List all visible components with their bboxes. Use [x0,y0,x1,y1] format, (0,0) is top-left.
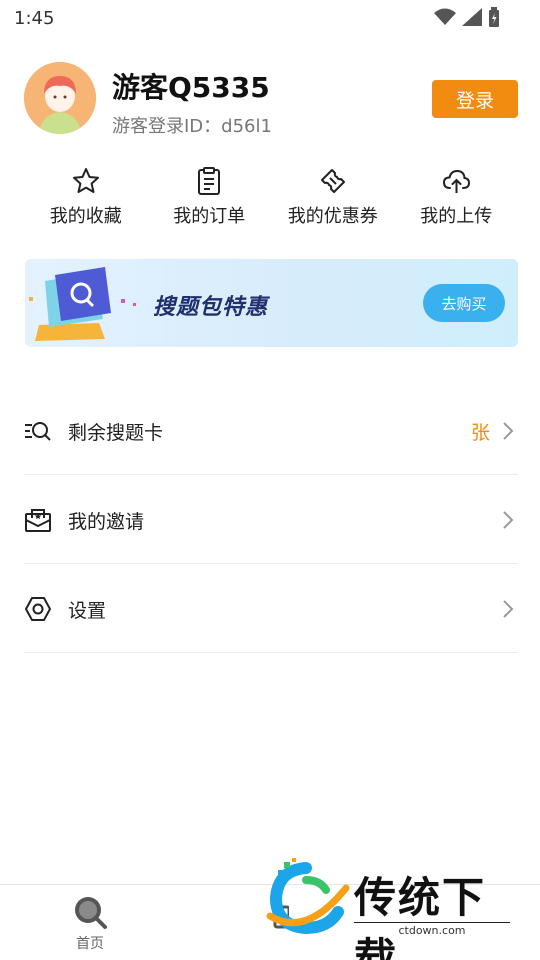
mail-invite-icon [25,509,51,532]
menu-label: 设置 [68,600,107,622]
menu-label: 剩余搜题卡 [68,422,164,444]
nav-label: 首页 [76,936,104,952]
battery-icon [489,7,499,27]
shortcut-label: 我的收藏 [49,206,122,227]
watermark: 传统下载 ctdown.com [266,858,526,960]
shortcut-label: 我的优惠券 [287,206,378,227]
watermark-logo [266,858,350,935]
shortcut-label: 我的上传 [420,206,493,227]
buy-button[interactable]: 去购买 [423,284,505,322]
shortcut-orders[interactable]: 我的订单 [148,166,272,236]
watermark-text: 传统下载 [354,873,487,960]
shortcut-uploads[interactable]: 我的上传 [395,166,519,236]
profile-header: 游客Q5335 游客登录ID：d56l1 登录 [24,62,518,138]
search-icon [75,897,107,929]
banner-title: 搜题包特惠 [153,295,269,320]
avatar[interactable] [24,62,96,134]
question-pack-icon [29,267,136,341]
chevron-right-icon [503,600,514,618]
status-time: 1:45 [14,8,55,29]
status-bar: 1:45 [0,0,540,36]
nav-item-home[interactable]: 首页 [50,893,130,953]
menu-value: 张 [470,422,490,444]
promo-banner[interactable]: 搜题包特惠 去购买 [25,259,518,347]
menu-item-invites[interactable]: 我的邀请 [24,475,518,564]
chevron-right-icon [503,511,514,529]
wifi-icon [434,8,456,25]
ticket-icon [320,169,345,193]
cloud-upload-icon [443,169,471,193]
shortcut-label: 我的订单 [173,206,246,227]
signal-icon [462,8,482,26]
watermark-url: ctdown.com [354,922,510,937]
settings-icon [25,597,51,621]
menu-item-settings[interactable]: 设置 [24,564,518,653]
username: 游客Q5335 [112,71,270,104]
clipboard-icon [198,167,221,195]
shortcut-row: 我的收藏 我的订单 我的优惠券 我的上传 [24,166,518,236]
chevron-right-icon [503,422,514,440]
status-icons [434,7,500,27]
shortcut-coupons[interactable]: 我的优惠券 [271,166,395,236]
login-button[interactable]: 登录 [432,80,518,118]
menu-item-search-cards[interactable]: 剩余搜题卡 张 [24,386,518,475]
avatar-girl-icon [24,62,96,134]
guest-id: 游客登录ID：d56l1 [112,116,272,137]
search-list-icon [25,422,51,441]
star-icon [72,168,99,193]
menu-label: 我的邀请 [68,511,145,533]
shortcut-favorites[interactable]: 我的收藏 [24,166,148,236]
menu-list: 剩余搜题卡 张 我的邀请 设置 [24,386,518,653]
